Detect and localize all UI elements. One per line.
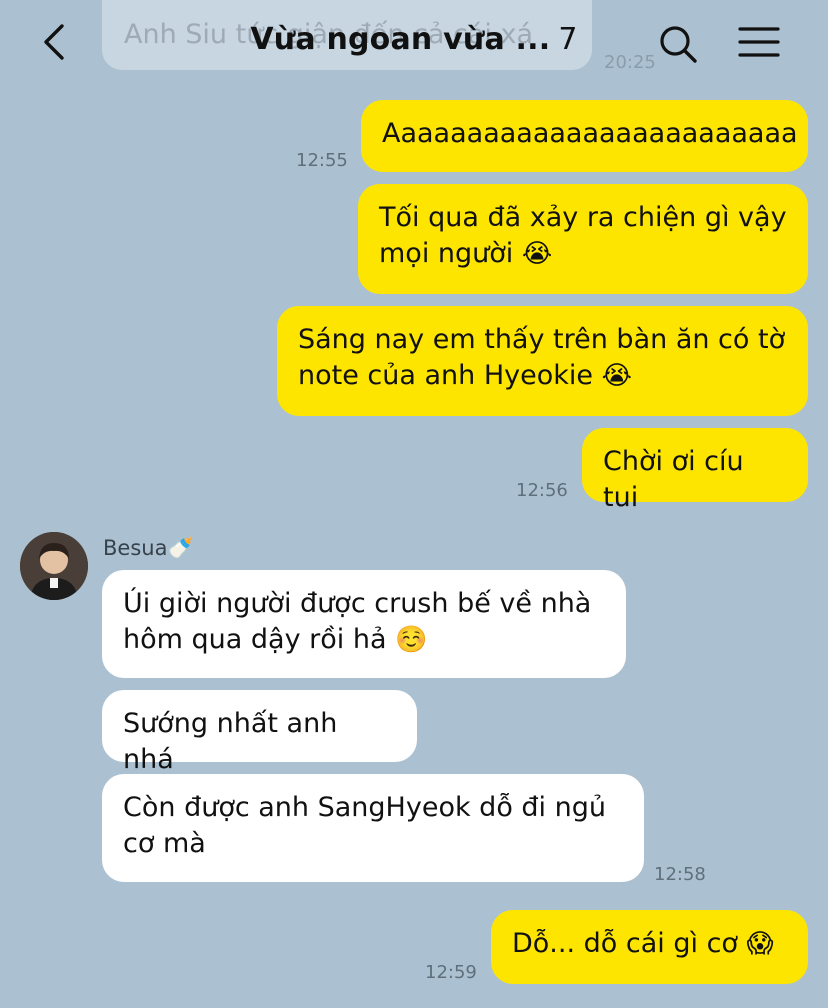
my-message-bubble[interactable]: Sáng nay em thấy trên bàn ăn có tờ note … — [277, 306, 808, 416]
chat-title[interactable]: Vừa ngoan vừa ... 7 — [0, 22, 828, 57]
member-count: 7 — [558, 22, 578, 57]
message-text-line: Tối qua đã xảy ra chiện gì vậy — [379, 202, 787, 233]
message-text: Dỗ... dỗ cái gì cơ — [512, 928, 738, 959]
screaming-face-emoji: 😱 — [746, 929, 774, 959]
search-icon — [660, 26, 697, 63]
message-text: Aaaaaaaaaaaaaaaaaaaaaaaaa — [382, 118, 798, 149]
message-timestamp: 12:56 — [516, 480, 568, 501]
crying-face-emoji: 😭 — [601, 361, 632, 391]
message-text-line: note của anh Hyeokie — [298, 360, 594, 391]
chat-header: Anh Siu tức giận đến cả cái xá 20:25 Vừa… — [0, 0, 828, 86]
their-message-bubble[interactable]: Sướng nhất anh nhá — [102, 690, 417, 775]
smiling-face-emoji: ☺️ — [395, 625, 428, 655]
crying-face-emoji: 😭 — [521, 239, 553, 269]
my-message-bubble[interactable]: Aaaaaaaaaaaaaaaaaaaaaaaaa — [361, 100, 808, 172]
message-text-line: hôm qua dậy rồi hả — [123, 624, 387, 655]
message-text: Chời ơi cíu tui — [603, 446, 744, 513]
message-text: Sướng nhất anh nhá — [123, 708, 338, 775]
avatar-photo-icon — [20, 532, 88, 600]
message-text-line: mọi người — [379, 238, 514, 269]
my-message-bubble[interactable]: Dỗ... dỗ cái gì cơ 😱 — [491, 910, 808, 984]
their-message-bubble[interactable]: Úi giời người được crush bế về nhà hôm q… — [102, 570, 626, 678]
menu-button[interactable] — [738, 26, 780, 60]
message-timestamp: 12:58 — [654, 864, 706, 885]
sender-name-text: Besua — [103, 536, 168, 560]
message-text-line: Sáng nay em thấy trên bàn ăn có tờ — [298, 324, 786, 355]
chat-room-name: Vừa ngoan vừa ... — [250, 22, 551, 57]
message-text-line: cơ mà — [123, 828, 206, 859]
sender-name: Besua🍼 — [103, 536, 194, 561]
message-timestamp: 12:55 — [296, 150, 348, 171]
message-timestamp: 12:59 — [425, 962, 477, 983]
their-message-bubble[interactable]: Còn được anh SangHyeok dỗ đi ngủ cơ mà — [102, 774, 644, 882]
my-message-bubble[interactable]: Tối qua đã xảy ra chiện gì vậy mọi người… — [358, 184, 808, 294]
sender-avatar[interactable] — [20, 532, 88, 600]
hamburger-menu-icon — [738, 27, 780, 57]
my-message-bubble[interactable]: Chời ơi cíu tui — [582, 428, 808, 513]
message-text-line: Úi giời người được crush bế về nhà — [123, 588, 592, 619]
baby-bottle-emoji: 🍼 — [167, 536, 194, 560]
search-button[interactable] — [658, 24, 698, 64]
message-text-line: Còn được anh SangHyeok dỗ đi ngủ — [123, 792, 607, 823]
